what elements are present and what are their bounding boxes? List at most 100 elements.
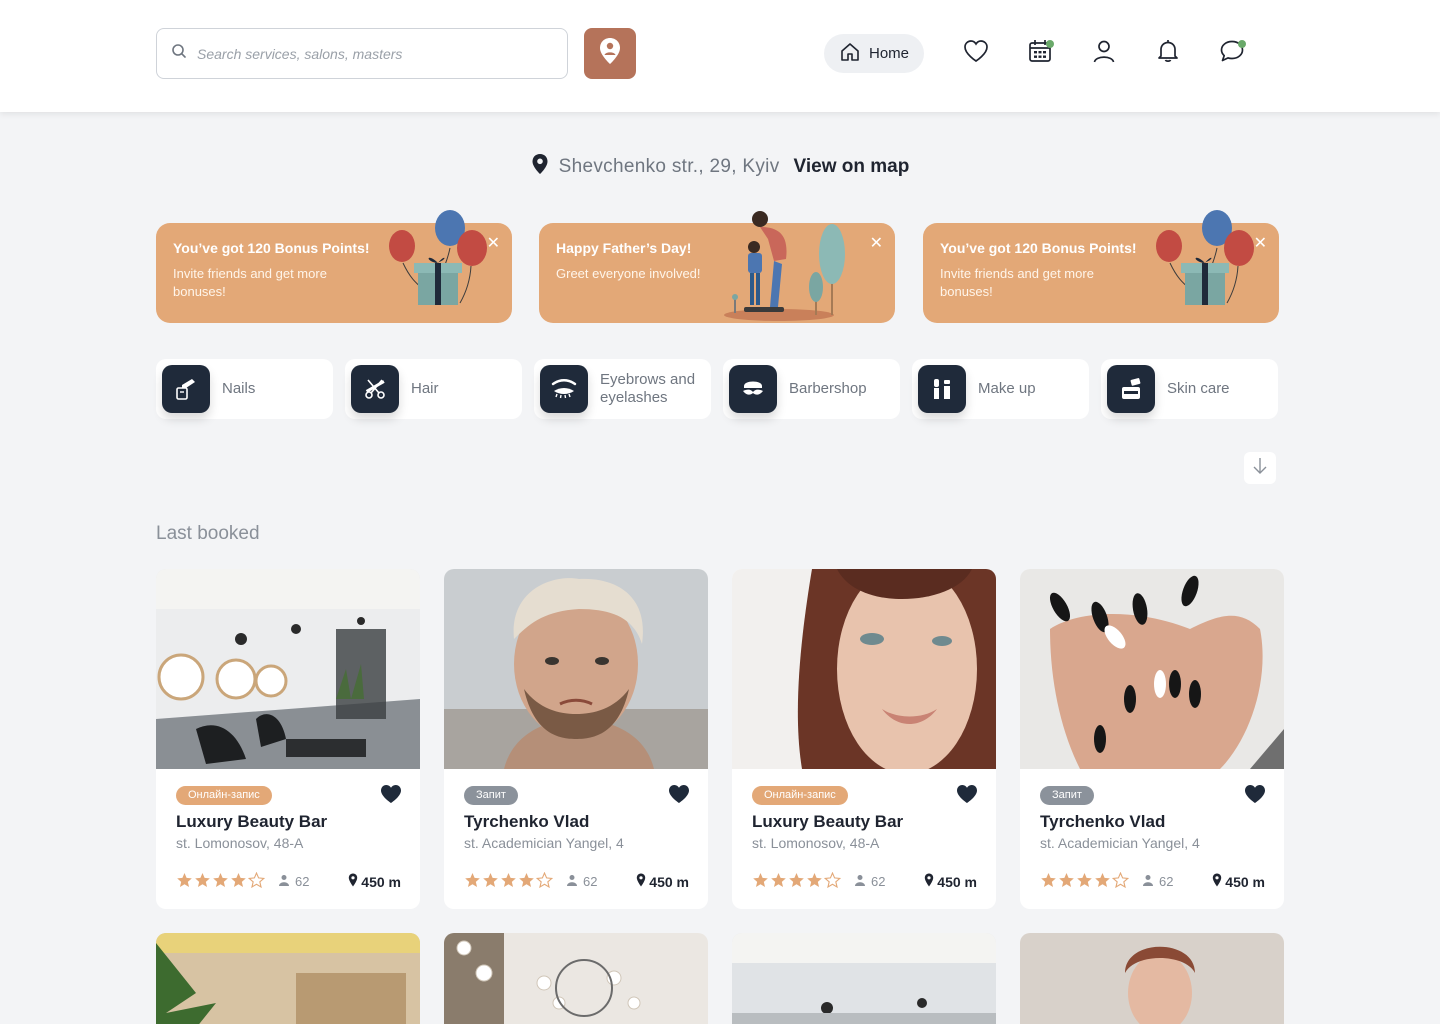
current-address: Shevchenko str., 29, Kyiv [558,156,780,177]
booking-card-partial[interactable] [156,933,420,1024]
banner-title: You’ve got 120 Bonus Points! [940,240,1137,256]
category-hair[interactable]: Hair [345,359,522,419]
distance: 450 m [636,873,689,890]
cream-jar-icon [1107,365,1155,413]
model-portrait-photo [732,569,996,769]
nail-polish-icon [162,365,210,413]
star-filled-icon [465,873,480,887]
rating-stars [464,872,553,888]
master-portrait-photo [444,569,708,769]
nav-calendar-button[interactable] [1025,38,1055,68]
star-filled-icon [1077,873,1092,887]
star-empty-icon [536,872,553,888]
star-filled-icon [1059,873,1074,887]
banner-subtitle: Invite friends and get more bonuses! [940,266,1094,299]
pin-icon [924,873,934,890]
distance-value: 450 m [649,873,689,890]
search-input[interactable] [197,45,557,62]
request-badge: Запит [464,786,518,805]
category-eyebrows[interactable]: Eyebrows and eyelashes [534,359,711,419]
view-on-map-link[interactable]: View on map [794,156,910,178]
location-button[interactable] [584,28,636,79]
booking-card-partial[interactable] [732,933,996,1024]
star-filled-icon [789,873,804,887]
distance: 450 m [924,873,977,890]
reviews-count: 62 [854,874,885,889]
nav-home-button[interactable]: Home [824,34,924,73]
salon-address: st. Lomonosov, 48-A [752,835,880,851]
nav-messages-button[interactable] [1217,38,1247,68]
category-makeup[interactable]: Make up [912,359,1089,419]
top-header: Home [0,0,1440,112]
distance-value: 450 m [1225,873,1265,890]
heart-filled-icon[interactable] [380,784,402,809]
nav-favorites-button[interactable] [961,38,991,68]
pin-icon [636,873,646,890]
reviews-number: 62 [295,874,310,889]
master-portrait-photo [1020,933,1284,1024]
salon-name: Luxury Beauty Bar [752,812,904,831]
category-skincare[interactable]: Skin care [1101,359,1278,419]
category-nails[interactable]: Nails [156,359,333,419]
request-badge: Запит [1040,786,1094,805]
messages-notification-dot [1238,40,1246,48]
distance: 450 m [1212,873,1265,890]
promo-banner-bonus[interactable]: You’ve got 120 Bonus Points! Invite frie… [156,210,512,323]
gift-balloons-illustration [1156,210,1254,305]
reviews-count: 62 [278,874,309,889]
person-icon [854,874,866,889]
gift-balloons-illustration [389,210,487,305]
search-icon [171,43,187,64]
reviews-number: 62 [583,874,598,889]
star-empty-icon [1112,872,1129,888]
bell-icon [1155,38,1181,69]
promo-banner-fathers-day[interactable]: Happy Father’s Day! Greet everyone invol… [539,211,895,323]
salon-decor-photo [444,933,708,1024]
person-icon [566,874,578,889]
star-filled-icon [483,873,498,887]
nav-profile-button[interactable] [1089,38,1119,68]
search-box[interactable] [156,28,568,79]
father-and-child-illustration [724,211,845,321]
star-filled-icon [753,873,768,887]
booking-card-partial[interactable] [444,933,708,1024]
makeup-brushes-icon [918,365,966,413]
promo-banner-bonus-2[interactable]: You’ve got 120 Bonus Points! Invite frie… [923,210,1279,323]
star-filled-icon [177,873,192,887]
banner-title: You’ve got 120 Bonus Points! [173,240,370,256]
heart-icon [962,38,990,69]
star-filled-icon [501,873,516,887]
current-location-bar: Shevchenko str., 29, Kyiv View on map [0,153,1440,181]
close-icon[interactable]: ✕ [870,233,883,253]
banner-title: Happy Father’s Day! [556,240,692,256]
distance: 450 m [348,873,401,890]
reviews-count: 62 [1142,874,1173,889]
heart-filled-icon[interactable] [956,784,978,809]
distance-value: 450 m [361,873,401,890]
heart-filled-icon[interactable] [668,784,690,809]
category-barbershop[interactable]: Barbershop [723,359,900,419]
category-label: Nails [222,380,256,397]
reviews-number: 62 [1159,874,1174,889]
distance-value: 450 m [937,873,977,890]
reviews-number: 62 [871,874,886,889]
manicure-photo [1020,569,1284,769]
star-filled-icon [519,873,534,887]
booking-card[interactable]: Онлайн-запис Luxury Beauty Bar st. Lomon… [732,569,996,909]
home-label: Home [868,45,909,62]
master-address: st. Academician Yangel, 4 [464,835,624,851]
category-label: Skin care [1167,380,1230,397]
scroll-down-button[interactable] [1244,452,1276,484]
map-pin-icon [531,153,549,181]
salon-name: Luxury Beauty Bar [176,812,328,831]
booking-card[interactable]: Онлайн-запис Luxury Beauty Bar st. Lomon… [156,569,420,909]
nav-notifications-button[interactable] [1153,38,1183,68]
star-filled-icon [771,873,786,887]
booking-card-partial[interactable] [1020,933,1284,1024]
person-icon [1142,874,1154,889]
heart-filled-icon[interactable] [1244,784,1266,809]
salon-address: st. Lomonosov, 48-A [176,835,304,851]
online-booking-badge: Онлайн-запис [176,786,272,805]
booking-card[interactable]: Запит Tyrchenko Vlad st. Academician Yan… [1020,569,1284,909]
booking-card[interactable]: Запит Tyrchenko Vlad st. Academician Yan… [444,569,708,909]
